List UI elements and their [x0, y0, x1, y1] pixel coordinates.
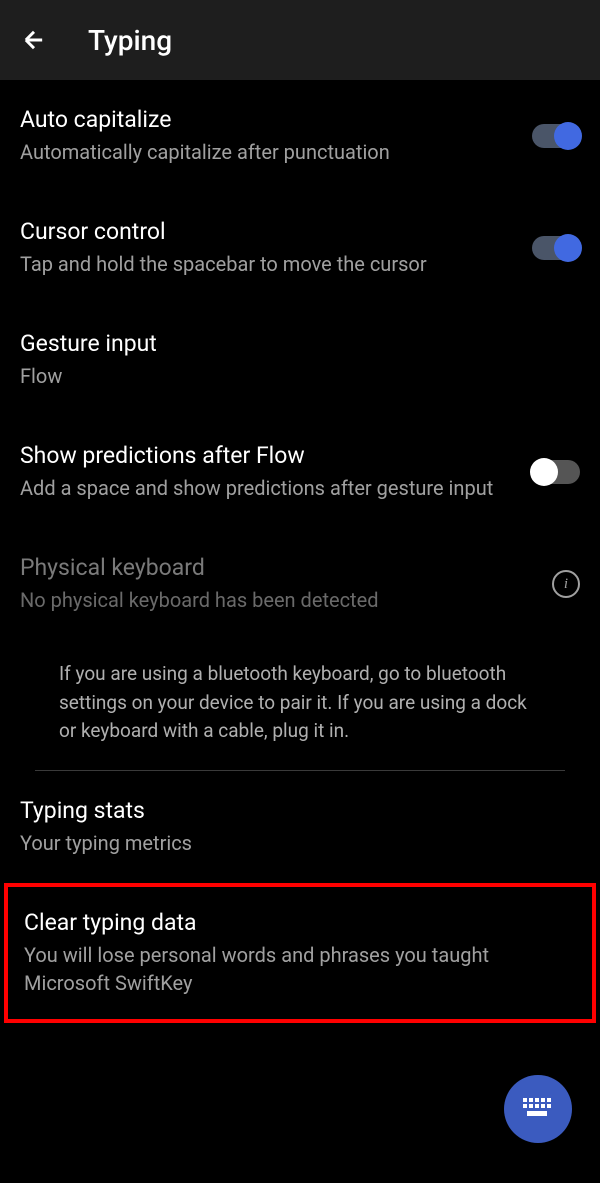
toggle-show-predictions[interactable] — [532, 460, 580, 484]
setting-subtitle: Flow — [20, 362, 560, 390]
setting-text: Show predictions after Flow Add a space … — [20, 442, 532, 502]
setting-clear-typing-data[interactable]: Clear typing data You will lose personal… — [4, 883, 596, 1023]
settings-list: Auto capitalize Automatically capitalize… — [0, 80, 600, 1023]
back-button[interactable] — [20, 26, 48, 54]
setting-title: Typing stats — [20, 797, 560, 824]
setting-title: Show predictions after Flow — [20, 442, 512, 469]
setting-show-predictions[interactable]: Show predictions after Flow Add a space … — [20, 416, 580, 528]
toggle-auto-capitalize[interactable] — [532, 124, 580, 148]
setting-text: Physical keyboard No physical keyboard h… — [20, 554, 552, 614]
info-icon[interactable]: i — [552, 570, 580, 598]
setting-subtitle: Automatically capitalize after punctuati… — [20, 138, 512, 166]
setting-title: Cursor control — [20, 218, 512, 245]
setting-text: Cursor control Tap and hold the spacebar… — [20, 218, 532, 278]
setting-subtitle: You will lose personal words and phrases… — [24, 941, 556, 997]
setting-title: Auto capitalize — [20, 106, 512, 133]
setting-text: Auto capitalize Automatically capitalize… — [20, 106, 532, 166]
setting-auto-capitalize[interactable]: Auto capitalize Automatically capitalize… — [20, 80, 580, 192]
setting-subtitle: No physical keyboard has been detected — [20, 586, 532, 614]
setting-title: Clear typing data — [24, 909, 556, 936]
toggle-cursor-control[interactable] — [532, 236, 580, 260]
page-title: Typing — [88, 24, 172, 57]
setting-gesture-input[interactable]: Gesture input Flow — [20, 304, 580, 416]
app-header: Typing — [0, 0, 600, 80]
setting-physical-keyboard: Physical keyboard No physical keyboard h… — [20, 528, 580, 640]
setting-subtitle: Tap and hold the spacebar to move the cu… — [20, 250, 512, 278]
setting-title: Physical keyboard — [20, 554, 532, 581]
setting-subtitle: Your typing metrics — [20, 829, 560, 857]
setting-title: Gesture input — [20, 330, 560, 357]
physical-keyboard-help: If you are using a bluetooth keyboard, g… — [35, 640, 565, 771]
setting-text: Typing stats Your typing metrics — [20, 797, 580, 857]
keyboard-icon — [523, 1098, 553, 1120]
setting-subtitle: Add a space and show predictions after g… — [20, 474, 512, 502]
setting-typing-stats[interactable]: Typing stats Your typing metrics — [20, 771, 580, 883]
setting-cursor-control[interactable]: Cursor control Tap and hold the spacebar… — [20, 192, 580, 304]
setting-text: Clear typing data You will lose personal… — [24, 909, 576, 997]
setting-text: Gesture input Flow — [20, 330, 580, 390]
keyboard-fab-button[interactable] — [504, 1075, 572, 1143]
